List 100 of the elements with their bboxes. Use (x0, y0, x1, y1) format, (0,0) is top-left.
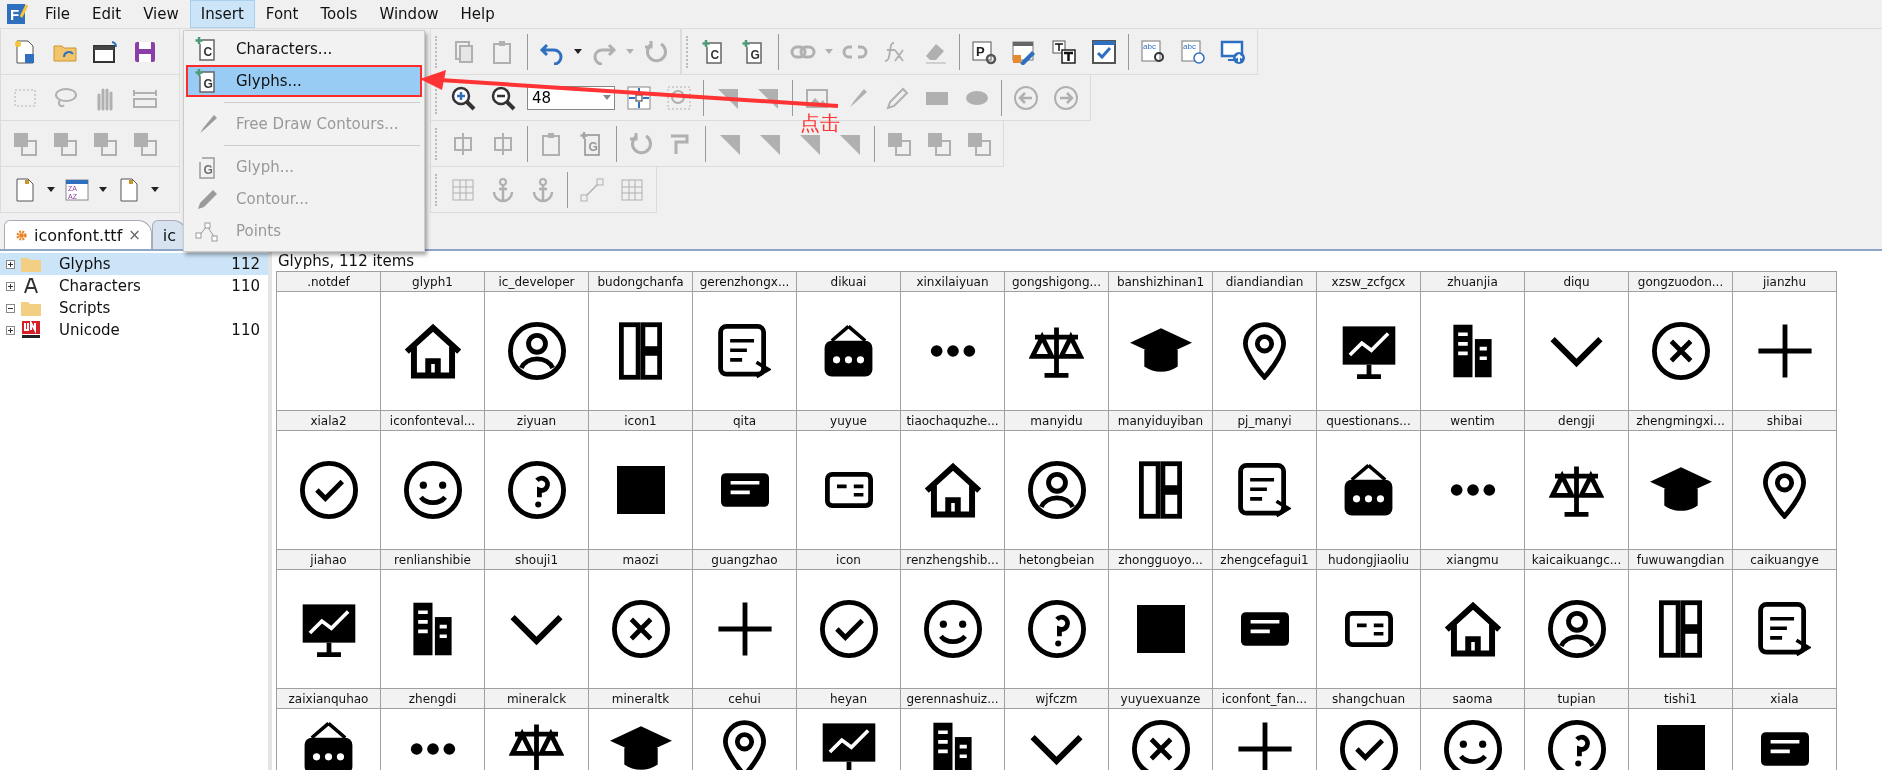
expand-icon[interactable] (6, 281, 15, 291)
glyph-name: xiangmu (1421, 550, 1525, 570)
menu-item[interactable]: View (132, 0, 190, 28)
menu-item[interactable]: Insert (189, 0, 255, 28)
glyph-cell[interactable] (381, 431, 485, 550)
glyph-cell[interactable] (589, 292, 693, 411)
glyph-name: zhuanjia (1421, 272, 1525, 292)
glyph-cell[interactable] (1213, 292, 1317, 411)
tree-item[interactable]: Scripts (0, 297, 268, 319)
glyph-cell[interactable] (1525, 292, 1629, 411)
item-count: 110 (231, 277, 261, 295)
glyph-cell[interactable] (1005, 570, 1109, 689)
smiley-face-icon (923, 600, 982, 658)
glyph-cell[interactable] (1421, 431, 1525, 550)
glyph-name: budongchanfa (589, 272, 693, 292)
glyph-cell[interactable] (485, 431, 589, 550)
id-card-icon (1344, 611, 1393, 647)
tree-item[interactable]: Characters 110 (0, 275, 268, 297)
glyph-cell[interactable] (693, 292, 797, 411)
glyph-cell[interactable] (277, 292, 381, 411)
glyph-name: shouji1 (485, 550, 589, 570)
glyph-name: manyiduyiban (1109, 411, 1213, 431)
glyph-name: heyan (797, 689, 901, 709)
menu-item[interactable]: Font (254, 0, 310, 28)
menu-item[interactable]: Edit (81, 0, 133, 28)
menu-item[interactable]: Window (368, 0, 450, 28)
glyph-cell[interactable] (1421, 570, 1525, 689)
item-count: 110 (231, 321, 261, 339)
dots-icon (408, 741, 457, 756)
plus-icon (1755, 322, 1814, 380)
expand-icon[interactable] (6, 325, 15, 335)
glyph-cell[interactable] (901, 431, 1005, 550)
glyph-cell[interactable] (901, 570, 1005, 689)
glyph-cell[interactable] (693, 570, 797, 689)
glyph-cell[interactable] (1109, 292, 1213, 411)
glyph-cell[interactable] (277, 431, 381, 550)
close-icon[interactable]: × (128, 226, 141, 244)
menu-entry[interactable]: G Glyphs... (186, 65, 422, 97)
glyph-cell[interactable] (381, 570, 485, 689)
glyph-cell[interactable] (1005, 292, 1109, 411)
glyph-cell[interactable] (1629, 431, 1733, 550)
chevron-down-icon (509, 612, 564, 646)
glyph-cell[interactable] (1421, 292, 1525, 411)
glyph-cell[interactable] (1525, 570, 1629, 689)
glyph-cell[interactable] (1213, 570, 1317, 689)
glyph-cell[interactable] (1317, 431, 1421, 550)
glyph-name: ziyuan (485, 411, 589, 431)
menu-entry[interactable]: C Characters... (186, 33, 422, 65)
glyph-name: gongshigong... (1005, 272, 1109, 292)
tree-item[interactable]: Glyphs 112 (0, 253, 268, 275)
glyph-cell[interactable] (381, 292, 485, 411)
check-circle-icon (299, 461, 358, 519)
glyph-cell[interactable] (485, 570, 589, 689)
glyph-name: gerennashuiz... (901, 689, 1005, 709)
menu-item[interactable]: Tools (309, 0, 369, 28)
glyph-cell[interactable] (1733, 570, 1837, 689)
glyph-name: gerenzhongx... (693, 272, 797, 292)
menu-label: Points (236, 222, 282, 240)
glyph-name: xinxilaiyuan (901, 272, 1005, 292)
glyph-cell[interactable] (901, 292, 1005, 411)
sign-icon (302, 721, 355, 770)
document-arrow-icon (718, 323, 771, 379)
glyph-cell[interactable] (1109, 431, 1213, 550)
collapse-icon[interactable] (6, 303, 15, 313)
glyph-cell[interactable] (1005, 431, 1109, 550)
glyph-cell[interactable] (797, 431, 901, 550)
glyph-cell[interactable] (797, 292, 901, 411)
glyph-name: caikuangye (1733, 550, 1837, 570)
glyph-cell[interactable] (797, 570, 901, 689)
glyph-cell[interactable] (1733, 292, 1837, 411)
dots-icon (1448, 483, 1497, 497)
item-count: 112 (231, 255, 261, 273)
glyph-name: manyidu (1005, 411, 1109, 431)
glyph-name: tiaochaquzhe... (901, 411, 1005, 431)
glyph-cell[interactable] (1525, 431, 1629, 550)
id-card-icon (824, 472, 873, 508)
menu-item[interactable]: File (34, 0, 82, 28)
menu-item[interactable]: Help (449, 0, 506, 28)
glyph-cell[interactable] (485, 292, 589, 411)
glyph-cell[interactable] (1317, 570, 1421, 689)
glyph-cell[interactable] (1109, 570, 1213, 689)
tree-item[interactable]: Unicode 110 (0, 319, 268, 341)
glyph-cell[interactable] (1629, 292, 1733, 411)
glyph-cell[interactable] (589, 431, 693, 550)
file-tab[interactable]: iconfont.ttf × (4, 220, 152, 249)
glyph-cell[interactable] (277, 570, 381, 689)
glyph-cell[interactable] (589, 570, 693, 689)
message-icon (720, 473, 769, 507)
message-icon (1240, 612, 1289, 646)
gear-icon (15, 228, 28, 242)
expand-icon[interactable] (6, 259, 15, 269)
glyph-name: guangzhao (693, 550, 797, 570)
glyph-cell[interactable] (693, 431, 797, 550)
glyph-name: glyph1 (381, 272, 485, 292)
glyph-cell[interactable] (1629, 570, 1733, 689)
glyph-cell[interactable] (1317, 292, 1421, 411)
glyph-cell[interactable] (1733, 431, 1837, 550)
glyph-cell[interactable] (1213, 431, 1317, 550)
document-arrow-icon (1238, 462, 1291, 518)
glyph-name: banshizhinan1 (1109, 272, 1213, 292)
